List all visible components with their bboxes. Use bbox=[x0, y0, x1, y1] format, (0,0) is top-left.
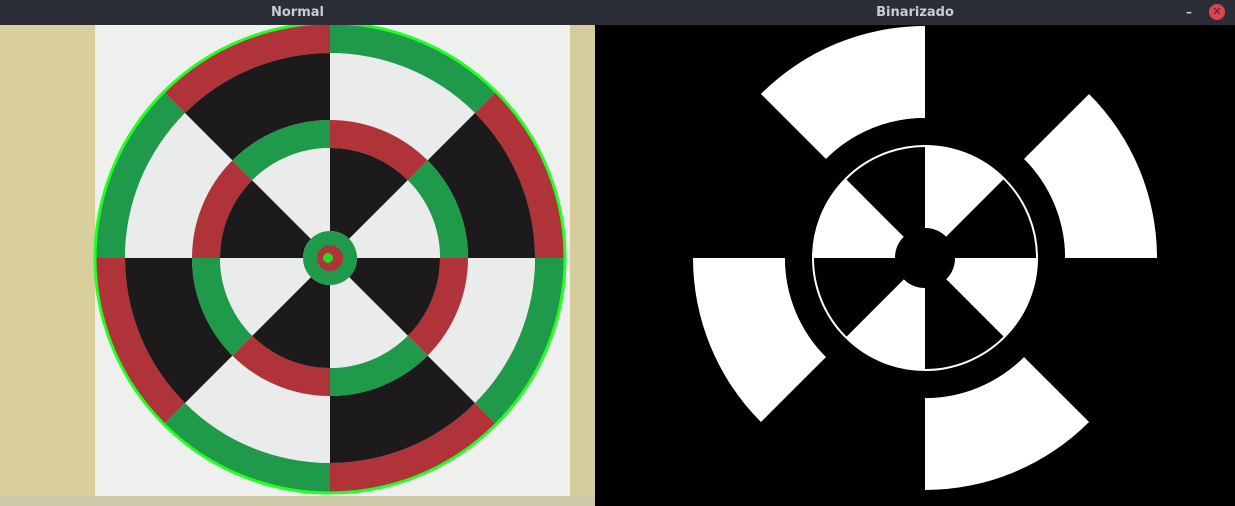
minimize-icon[interactable]: – bbox=[1181, 4, 1197, 20]
normal-window-title: Normal bbox=[271, 5, 324, 20]
normal-window: Normal bbox=[0, 0, 595, 506]
binary-target bbox=[693, 26, 1157, 490]
binarizado-titlebar[interactable]: Binarizado – ✕ bbox=[595, 0, 1235, 25]
dartboard-target bbox=[96, 25, 564, 492]
binary-photo bbox=[595, 25, 1235, 506]
bull-center-mark bbox=[323, 253, 333, 263]
binary-center-spot bbox=[897, 230, 953, 286]
binarizado-window-title: Binarizado bbox=[876, 5, 954, 20]
normal-image bbox=[0, 25, 595, 506]
binarizado-window: Binarizado – ✕ bbox=[595, 0, 1235, 506]
normal-titlebar[interactable]: Normal bbox=[0, 0, 595, 25]
binarized-image bbox=[595, 25, 1235, 506]
close-icon[interactable]: ✕ bbox=[1209, 4, 1225, 20]
normal-photo bbox=[0, 25, 595, 506]
